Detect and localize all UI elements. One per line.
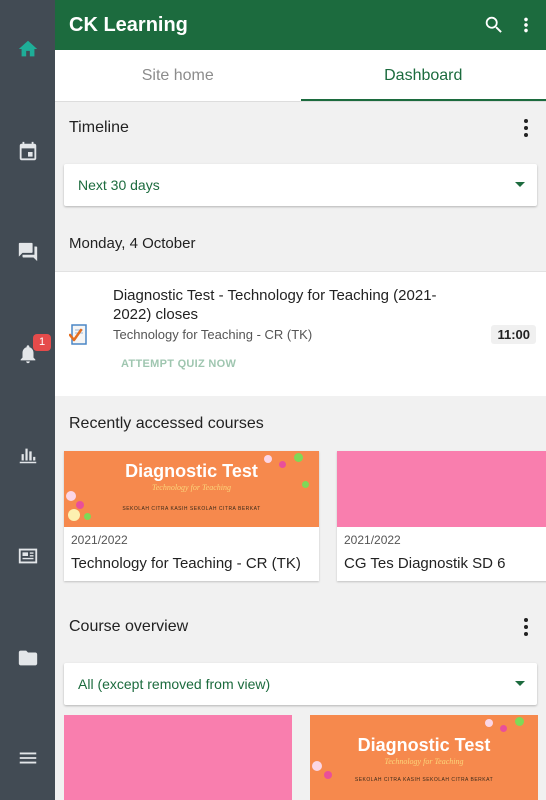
recent-courses-row: Diagnostic Test Technology for Teaching … [55,451,546,601]
course-overview-heading: Course overview [69,618,189,635]
messages-icon [18,242,37,262]
course-banner-title: Diagnostic Test [357,735,491,755]
rail-files[interactable] [0,634,55,682]
folder-icon [18,650,37,666]
course-image [337,451,546,527]
course-overview-cards: Diagnostic Test Technology for Teaching … [55,715,546,800]
course-banner-logos: SEKOLAH CITRA KASIH SEKOLAH CITRA BERKAT [122,506,261,512]
search-button[interactable] [478,0,510,50]
timeline-filter-value: Next 30 days [78,177,160,193]
course-filter-select[interactable]: All (except removed from view) [64,663,537,705]
course-overview-header: Course overview [55,601,546,653]
course-filter-wrap: All (except removed from view) [55,653,546,715]
course-year: 2021/2022 [71,533,128,547]
attempt-quiz-button[interactable]: ATTEMPT QUIZ NOW [121,358,236,370]
tab-site-home[interactable]: Site home [55,50,301,101]
course-banner-subtitle: Technology for Teaching [384,757,464,766]
overview-course-card[interactable]: Diagnostic Test Technology for Teaching … [310,715,538,800]
rail-menu[interactable] [0,734,55,782]
timeline-filter-select[interactable]: Next 30 days [64,164,537,206]
rail-messages[interactable] [0,228,55,276]
tab-dashboard[interactable]: Dashboard [300,50,546,101]
recent-courses-heading: Recently accessed courses [69,414,264,432]
event-course: Technology for Teaching - CR (TK) [113,327,313,342]
timeline-heading: Timeline [69,119,129,136]
event-title-link[interactable]: Diagnostic Test - Technology for Teachin… [113,286,473,324]
course-card[interactable]: 2021/2022 CG Tes Diagnostik SD 6 [337,451,546,581]
course-image: Diagnostic Test Technology for Teaching … [64,451,319,527]
quiz-icon [69,324,87,345]
recent-courses-header: Recently accessed courses [55,396,546,451]
course-overview-options-button[interactable] [518,615,534,639]
course-banner-logos: SEKOLAH CITRA KASIH SEKOLAH CITRA BERKAT [354,777,494,783]
app-bar: CK Learning [55,0,546,50]
course-filter-value: All (except removed from view) [78,676,271,692]
rail-calendar[interactable] [0,128,55,176]
rail-grades[interactable] [0,431,55,479]
course-banner-subtitle: Technology for Teaching [152,483,231,492]
news-icon [18,548,37,564]
course-card[interactable]: Diagnostic Test Technology for Teaching … [64,451,319,581]
timeline-day-heading: Monday, 4 October [55,216,546,271]
timeline-filter-wrap: Next 30 days [55,154,546,216]
notification-badge: 1 [33,334,51,351]
more-options-button[interactable] [510,0,542,50]
course-year: 2021/2022 [344,533,401,547]
search-icon [485,16,502,33]
timeline-options-button[interactable] [518,116,534,140]
rail-home[interactable] [0,25,55,73]
dashboard-content: Timeline Next 30 days Monday, 4 October … [55,102,546,800]
course-name[interactable]: CG Tes Diagnostik SD 6 [344,555,505,572]
overview-course-card[interactable] [64,715,292,800]
menu-icon [19,752,36,764]
tab-bar: Site home Dashboard [55,50,546,102]
course-name[interactable]: Technology for Teaching - CR (TK) [71,555,301,572]
rail-notifications[interactable]: 1 [0,330,55,378]
rail-news[interactable] [0,532,55,580]
home-icon [18,40,37,57]
more-vert-icon [524,17,528,33]
app-title: CK Learning [69,13,188,36]
timeline-header: Timeline [55,102,546,154]
grades-icon [19,448,36,464]
timeline-event: Diagnostic Test - Technology for Teachin… [55,271,546,396]
calendar-icon [19,141,36,161]
course-banner-title: Diagnostic Test [125,461,258,481]
event-time: 11:00 [491,325,536,344]
dropdown-caret-icon [515,681,525,686]
side-rail: 1 [0,0,55,800]
dropdown-caret-icon [515,182,525,187]
